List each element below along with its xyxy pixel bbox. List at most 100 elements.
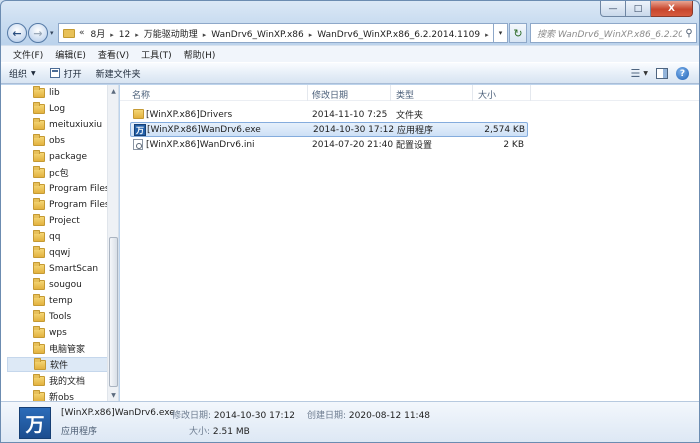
folder-icon — [33, 277, 45, 290]
folder-icon — [33, 341, 45, 354]
breadcrumb-separator-icon[interactable]: ▸ — [309, 31, 313, 39]
breadcrumb-item[interactable]: 8月 — [91, 30, 106, 40]
refresh-icon: ↻ — [513, 26, 523, 40]
details-file-type: 应用程序 — [61, 427, 98, 437]
column-divider[interactable] — [390, 85, 391, 101]
column-divider[interactable] — [530, 85, 531, 101]
address-history-dropdown[interactable]: ▾ — [494, 23, 508, 43]
file-row[interactable]: [WinXP.x86]WanDrv6.ini 2014-07-20 21:40 配置… — [130, 137, 528, 152]
size-label: 大小: — [189, 427, 211, 437]
tree-item[interactable]: package — [7, 149, 107, 164]
address-bar[interactable]: « 8月 ▸ 12 ▸ 万能驱动助理 ▸ WanDrv6_WinXP.x86 ▸ WanDrv6… — [58, 23, 494, 43]
folder-icon — [133, 109, 144, 119]
breadcrumb-separator-icon[interactable]: ▸ — [203, 31, 207, 39]
file-size: 2,574 KB — [484, 124, 525, 135]
search-icon[interactable]: ⚲ — [682, 28, 696, 39]
tree-item[interactable]: Tools — [7, 309, 107, 324]
column-size[interactable]: 大小 — [478, 88, 496, 101]
folder-icon — [33, 133, 45, 146]
tree-item-label: lib — [49, 87, 60, 98]
column-type[interactable]: 类型 — [396, 88, 414, 101]
recent-pages-dropdown[interactable]: ▾ — [50, 29, 54, 37]
tree-item[interactable]: SmartScan — [7, 261, 107, 276]
open-button[interactable]: 打开 — [49, 67, 82, 80]
tree-item[interactable]: Project — [7, 213, 107, 228]
tree-item[interactable]: obs — [7, 133, 107, 148]
view-dropdown[interactable]: ▼ — [643, 70, 648, 77]
tree-item[interactable]: lib — [7, 85, 107, 100]
minimize-button[interactable]: — — [600, 1, 626, 17]
search-input[interactable]: 搜索 WanDrv6_WinXP.x86_6.2.2014... ⚲ — [530, 23, 697, 43]
menu-item[interactable]: 编辑(E) — [49, 48, 92, 61]
address-overflow[interactable]: « — [79, 28, 85, 38]
tree-item-label: SmartScan — [49, 263, 99, 274]
forward-button[interactable]: → — [28, 23, 48, 43]
tree-item-label: qqwj — [49, 247, 71, 258]
view-controls: ☰ ▼ ? — [631, 67, 689, 80]
file-row[interactable]: [WinXP.x86]Drivers 2014-11-10 7:25 文件夹 — [130, 107, 528, 122]
open-icon — [49, 68, 60, 78]
chevron-down-icon: ▾ — [498, 29, 503, 37]
open-label: 打开 — [63, 69, 82, 80]
folder-icon — [33, 85, 45, 98]
column-divider[interactable] — [472, 85, 473, 101]
navigation-scrollbar[interactable]: ▲ ▼ — [107, 85, 118, 401]
scroll-down-icon[interactable]: ▼ — [108, 389, 118, 401]
size-value: 2.51 MB — [212, 427, 250, 437]
menu-item[interactable]: 帮助(H) — [178, 48, 222, 61]
maximize-button[interactable]: □ — [626, 1, 651, 17]
back-button[interactable]: ← — [7, 23, 27, 43]
tree-item[interactable]: Program Files — [7, 197, 110, 212]
tree-item[interactable]: meituxiuxiu — [7, 117, 107, 132]
file-type: 配置设置 — [396, 141, 433, 151]
new-folder-button[interactable]: 新建文件夹 — [96, 67, 141, 80]
folder-icon — [33, 261, 45, 274]
folder-icon — [33, 213, 45, 226]
tree-item[interactable]: 电脑管家 — [7, 341, 107, 356]
breadcrumb-item[interactable]: WanDrv6_WinXP.x86 — [211, 30, 303, 40]
folder-icon — [33, 309, 45, 322]
close-button[interactable]: X — [651, 1, 693, 17]
tree-item[interactable]: Log — [7, 101, 107, 116]
tree-item[interactable]: 新obs — [7, 389, 107, 401]
tree-item[interactable]: temp — [7, 293, 107, 308]
breadcrumb-item[interactable]: 12 — [119, 30, 130, 40]
tree-item[interactable]: pc包 — [7, 165, 107, 180]
scroll-thumb[interactable] — [109, 237, 118, 387]
help-icon[interactable]: ? — [676, 67, 689, 80]
folder-icon — [34, 357, 46, 370]
file-row[interactable]: 万 [WinXP.x86]WanDrv6.exe 2014-10-30 17:12 应… — [130, 122, 528, 137]
tree-item-label: Program Files — [49, 199, 110, 210]
tree-item[interactable]: 我的文档 — [7, 373, 107, 388]
menu-item[interactable]: 查看(V) — [92, 48, 135, 61]
breadcrumb-separator-icon[interactable]: ▸ — [135, 31, 139, 39]
tree-item[interactable]: 软件 — [7, 357, 109, 372]
view-options-icon[interactable]: ☰ — [631, 67, 641, 80]
breadcrumb-separator-icon[interactable]: ▸ — [485, 31, 489, 39]
breadcrumb-separator-icon[interactable]: ▸ — [110, 31, 114, 39]
preview-pane-icon[interactable] — [656, 68, 668, 79]
scroll-up-icon[interactable]: ▲ — [108, 85, 118, 97]
breadcrumb-item[interactable]: WanDrv6_WinXP.x86_6.2.2014.1109 — [317, 30, 480, 40]
folder-icon — [33, 389, 45, 401]
breadcrumb-item[interactable]: 万能驱动助理 — [144, 30, 198, 40]
menu-item[interactable]: 工具(T) — [135, 48, 178, 61]
app-icon: 万 — [19, 407, 51, 439]
organize-button[interactable]: 组织 ▼ — [9, 67, 36, 80]
tree-item[interactable]: qq — [7, 229, 107, 244]
tree-item[interactable]: wps — [7, 325, 107, 340]
details-created: 创建日期: 2020-08-12 11:48 — [307, 408, 430, 421]
column-divider[interactable] — [307, 85, 308, 101]
column-name[interactable]: 名称 — [132, 88, 150, 101]
column-modified[interactable]: 修改日期 — [312, 88, 348, 101]
menu-item[interactable]: 文件(F) — [7, 48, 49, 61]
folder-icon — [33, 325, 45, 338]
file-list: 名称 修改日期 类型 大小 [WinXP.x86]Drivers 2014-11-… — [120, 85, 699, 401]
tree-item[interactable]: qqwj — [7, 245, 107, 260]
file-type: 应用程序 — [397, 126, 434, 136]
details-file-name: [WinXP.x86]WanDrv6.exe — [61, 408, 175, 418]
tree-item[interactable]: Program Files — [7, 181, 110, 196]
refresh-button[interactable]: ↻ — [509, 23, 527, 43]
folder-icon — [33, 293, 45, 306]
tree-item[interactable]: sougou — [7, 277, 107, 292]
